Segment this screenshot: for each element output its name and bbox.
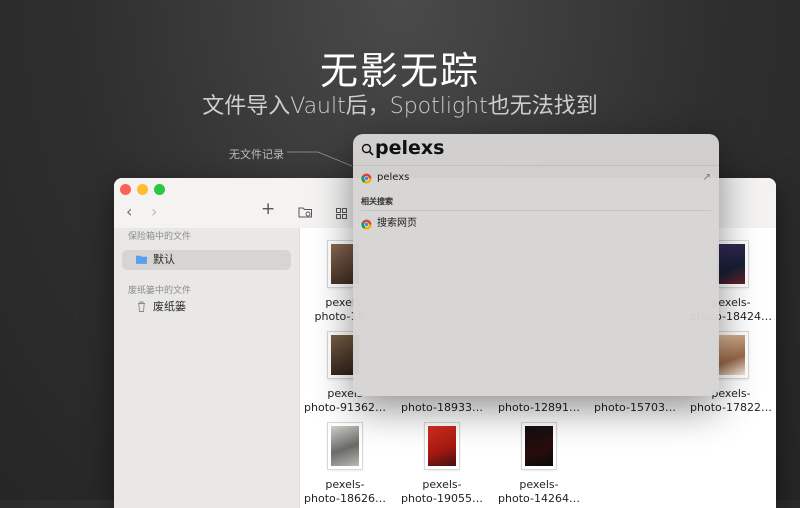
- spotlight-section-divider: [361, 210, 711, 211]
- chrome-icon: [361, 173, 372, 184]
- grid-view-icon[interactable]: [336, 205, 347, 223]
- spotlight-result-search-web[interactable]: 搜索网页: [361, 215, 711, 233]
- file-name: pexels-photo-18626…: [304, 478, 386, 505]
- add-icon[interactable]: +: [261, 199, 275, 219]
- new-folder-icon[interactable]: [298, 204, 313, 222]
- zoom-window-button[interactable]: [154, 184, 165, 195]
- file-name: pexels-photo-14264…: [498, 478, 580, 505]
- file-thumbnail: [714, 241, 748, 287]
- chrome-icon: [361, 219, 372, 230]
- file-thumbnail: [714, 332, 748, 378]
- sidebar-section-vault: 保险箱中的文件: [128, 232, 192, 242]
- trash-icon: [134, 297, 148, 319]
- spotlight-result-label: pelexs: [377, 172, 410, 183]
- spotlight-section-related: 相关搜索: [361, 197, 393, 206]
- spotlight-result-top-hit[interactable]: pelexs ↗: [361, 169, 711, 187]
- file-thumbnail: [425, 423, 459, 469]
- close-window-button[interactable]: [120, 184, 131, 195]
- folder-icon: [134, 250, 148, 271]
- spotlight-result-label: 搜索网页: [377, 218, 417, 229]
- sidebar-item-trash[interactable]: 废纸篓: [122, 297, 291, 317]
- spotlight-query-text: pelexs: [375, 137, 445, 159]
- open-arrow-icon: ↗: [702, 172, 711, 183]
- file-name: pexels-photo-19055…: [401, 478, 483, 505]
- file-thumbnail: [522, 423, 556, 469]
- sidebar-item-label: 默认: [153, 253, 175, 266]
- sidebar-section-trash: 废纸篓中的文件: [128, 286, 192, 296]
- back-icon[interactable]: ‹: [126, 202, 132, 221]
- minimize-window-button[interactable]: [137, 184, 148, 195]
- spotlight-panel: pelexs pelexs ↗ 相关搜索 搜索网页: [353, 134, 719, 396]
- spotlight-divider: [353, 165, 719, 166]
- file-thumbnail: [328, 423, 362, 469]
- forward-icon[interactable]: ›: [151, 202, 157, 221]
- sidebar-item-default[interactable]: 默认: [122, 250, 291, 270]
- sidebar-item-label: 废纸篓: [153, 300, 186, 313]
- sidebar: 保险箱中的文件 默认 废纸篓中的文件 废纸篓: [114, 228, 300, 508]
